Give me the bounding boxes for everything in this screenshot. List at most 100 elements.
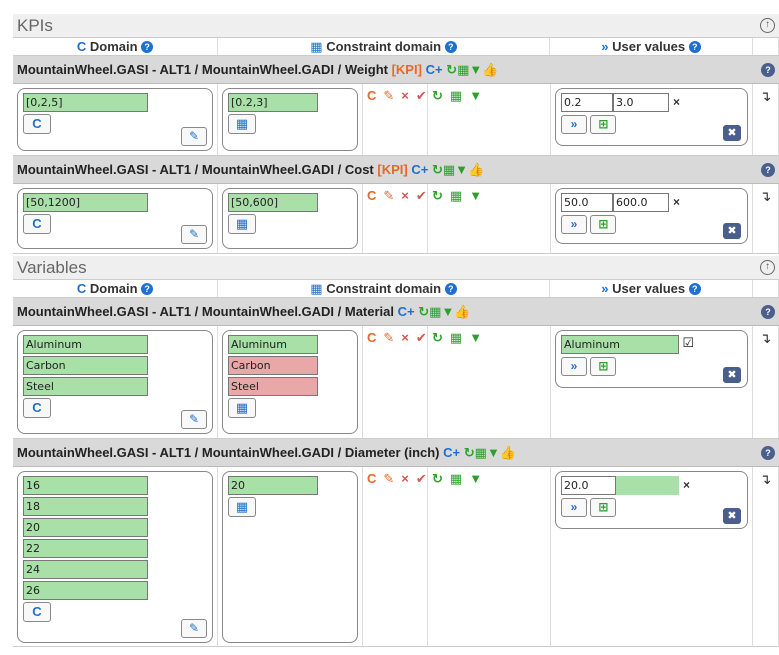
add-value-button[interactable]: ⊞ [590,498,617,517]
edit-icon[interactable]: ✎ [383,88,394,103]
check-icon[interactable]: ✔ [416,330,427,345]
filter-icon[interactable]: ▼ [469,62,482,77]
reset-icon[interactable]: C [367,188,376,203]
add-constraint-icon[interactable]: C+ [443,445,460,460]
add-value-button[interactable]: ⊞ [590,357,617,376]
check-icon[interactable]: ✔ [416,188,427,203]
reset-icon[interactable]: C [367,471,376,486]
calculator-button[interactable]: ▦ [228,114,256,134]
edit-icon[interactable]: ✎ [383,471,394,486]
user-values-box: Aluminum ☑ » ⊞ ✖ [555,330,748,388]
close-button[interactable]: ✖ [723,125,741,141]
refresh-icon[interactable]: ↻ [432,88,443,103]
thumbs-up-icon[interactable]: 👍 [454,304,470,319]
collapse-icon[interactable]: ↑ [760,18,775,33]
check-icon[interactable]: ✔ [416,88,427,103]
calculator-icon[interactable]: ▦ [457,62,469,77]
clear-icon[interactable]: × [683,478,690,492]
help-icon[interactable]: ? [761,305,775,319]
help-icon[interactable]: ? [141,283,154,295]
help-icon[interactable]: ? [444,41,457,53]
help-icon[interactable]: ? [761,63,775,77]
delete-icon[interactable]: × [401,88,409,103]
refresh-icon[interactable]: ↻ [432,330,443,345]
user-max-input[interactable]: 3.0 [613,93,669,112]
close-button[interactable]: ✖ [723,508,741,524]
user-min-input[interactable]: 0.2 [561,93,613,112]
calculator-icon[interactable]: ▦ [450,330,462,345]
reset-icon[interactable]: C [367,330,376,345]
arrow-down-icon[interactable]: ↴ [753,326,779,438]
thumbs-up-icon[interactable]: 👍 [482,62,498,77]
help-icon[interactable]: ? [688,283,701,295]
filter-icon[interactable]: ▼ [455,162,468,177]
help-icon[interactable]: ? [141,41,154,53]
calculator-icon[interactable]: ▦ [450,88,462,103]
variables-column-header: C Domain ? ▦ Constraint domain ? » User … [13,280,779,298]
edit-icon[interactable]: ✎ [383,330,394,345]
edit-domain-button[interactable]: ✎ [181,619,207,638]
edit-domain-button[interactable]: ✎ [181,410,207,429]
more-button[interactable]: » [561,215,587,234]
calculator-icon[interactable]: ▦ [475,445,487,460]
reset-domain-button[interactable]: C [23,114,51,134]
user-max-input[interactable]: 600.0 [613,193,669,212]
calculator-icon[interactable]: ▦ [450,471,462,486]
filter-icon[interactable]: ▼ [441,304,454,319]
delete-icon[interactable]: × [401,471,409,486]
add-constraint-icon[interactable]: C+ [411,162,428,177]
filter-icon[interactable]: ▼ [469,471,482,486]
filter-icon[interactable]: ▼ [487,445,500,460]
refresh-icon[interactable]: ↻ [418,304,429,319]
refresh-icon[interactable]: ↻ [432,188,443,203]
add-value-button[interactable]: ⊞ [590,215,617,234]
edit-icon[interactable]: ✎ [383,188,394,203]
filter-icon[interactable]: ▼ [469,188,482,203]
arrow-down-icon[interactable]: ↴ [753,84,779,155]
help-icon[interactable]: ? [688,41,701,53]
more-button[interactable]: » [561,357,587,376]
clear-icon[interactable]: × [673,195,680,209]
add-value-button[interactable]: ⊞ [590,115,617,134]
calculator-button[interactable]: ▦ [228,398,256,418]
calculator-icon[interactable]: ▦ [429,304,441,319]
refresh-icon[interactable]: ↻ [432,162,443,177]
delete-icon[interactable]: × [401,188,409,203]
collapse-icon[interactable]: ↑ [760,260,775,275]
refresh-icon[interactable]: ↻ [446,62,457,77]
filter-icon[interactable]: ▼ [469,88,482,103]
calculator-icon[interactable]: ▦ [443,162,455,177]
close-button[interactable]: ✖ [723,223,741,239]
refresh-icon[interactable]: ↻ [464,445,475,460]
edit-domain-button[interactable]: ✎ [181,127,207,146]
user-min-input[interactable]: 50.0 [561,193,613,212]
thumbs-up-icon[interactable]: 👍 [468,162,484,177]
delete-icon[interactable]: × [401,330,409,345]
add-constraint-icon[interactable]: C+ [426,62,443,77]
calculator-button[interactable]: ▦ [228,214,256,234]
user-value-input[interactable]: 20.0 [561,476,616,495]
close-button[interactable]: ✖ [723,367,741,383]
refresh-icon[interactable]: ↻ [432,471,443,486]
help-icon[interactable]: ? [761,163,775,177]
more-button[interactable]: » [561,498,587,517]
more-button[interactable]: » [561,115,587,134]
add-constraint-icon[interactable]: C+ [398,304,415,319]
reset-domain-button[interactable]: C [23,214,51,234]
help-icon[interactable]: ? [761,446,775,460]
checkbox-icon[interactable]: ☑ [682,335,694,350]
arrow-down-icon[interactable]: ↴ [753,184,779,253]
user-value-select[interactable]: Aluminum [561,335,679,354]
filter-icon[interactable]: ▼ [469,330,482,345]
calculator-icon[interactable]: ▦ [450,188,462,203]
calculator-button[interactable]: ▦ [228,497,256,517]
reset-domain-button[interactable]: C [23,602,51,622]
check-icon[interactable]: ✔ [416,471,427,486]
edit-domain-button[interactable]: ✎ [181,225,207,244]
reset-icon[interactable]: C [367,88,376,103]
thumbs-up-icon[interactable]: 👍 [500,445,516,460]
reset-domain-button[interactable]: C [23,398,51,418]
help-icon[interactable]: ? [444,283,457,295]
clear-icon[interactable]: × [673,95,680,109]
arrow-down-icon[interactable]: ↴ [753,467,779,647]
